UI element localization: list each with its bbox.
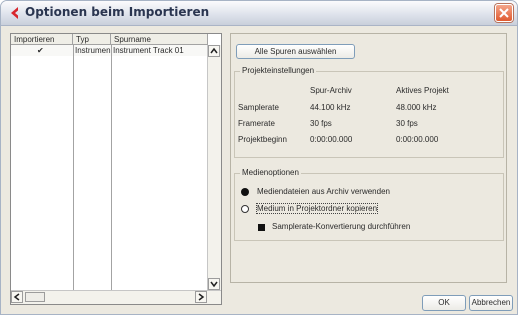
column-header-trackname[interactable]: Spurname	[111, 34, 208, 45]
framerate-archive: 30 fps	[310, 119, 332, 128]
project-start-active: 0:00:00.000	[396, 135, 439, 144]
samplerate-archive: 44.100 kHz	[310, 103, 351, 112]
chevron-down-icon	[210, 281, 218, 288]
track-table: Importieren Typ Spurname ✔ Instrumen Ins…	[10, 33, 222, 305]
column-header-type[interactable]: Typ	[73, 34, 111, 45]
import-options-dialog: Optionen beim Importieren Importieren Ty…	[0, 0, 518, 315]
track-name-cell: Instrument Track 01	[113, 46, 184, 55]
framerate-label: Framerate	[238, 119, 275, 128]
cubase-logo-icon	[11, 7, 18, 19]
project-start-archive: 0:00:00.000	[310, 135, 353, 144]
header-archive: Spur-Archiv	[310, 86, 352, 95]
samplerate-conversion-checkbox[interactable]	[258, 224, 265, 231]
option-copy-to-project[interactable]: Medium in Projektordner kopieren	[255, 203, 379, 214]
options-panel: Alle Spuren auswählen Projekteinstellung…	[230, 33, 507, 283]
scroll-right-button[interactable]	[195, 291, 207, 303]
samplerate-label: Samplerate	[238, 103, 279, 112]
close-button[interactable]	[495, 4, 513, 22]
column-header-import[interactable]: Importieren	[11, 34, 73, 45]
select-all-tracks-button[interactable]: Alle Spuren auswählen	[236, 44, 355, 59]
window-title: Optionen beim Importieren	[25, 5, 210, 19]
track-type-cell: Instrumen	[75, 46, 111, 55]
cancel-button[interactable]: Abbrechen	[469, 295, 513, 311]
samplerate-active: 48.000 kHz	[396, 103, 437, 112]
media-options-legend: Medienoptionen	[240, 168, 301, 177]
vertical-scrollbar[interactable]	[207, 45, 221, 290]
ok-button[interactable]: OK	[422, 295, 466, 311]
project-settings-group: Projekteinstellungen Spur-Archiv Aktives…	[234, 66, 504, 158]
radio-copy-to-project[interactable]	[241, 205, 249, 213]
import-checkmark[interactable]: ✔	[37, 45, 51, 56]
chevron-left-icon	[13, 293, 20, 301]
title-bar: Optionen beim Importieren	[1, 1, 517, 26]
option-use-archive[interactable]: Mediendateien aus Archiv verwenden	[257, 187, 390, 196]
column-divider	[111, 45, 112, 290]
samplerate-conversion-label[interactable]: Samplerate-Konvertierung durchführen	[272, 222, 410, 231]
chevron-up-icon	[210, 47, 218, 54]
chevron-right-icon	[198, 293, 205, 301]
project-start-label: Projektbeginn	[238, 135, 287, 144]
column-divider	[73, 45, 74, 290]
horizontal-scrollbar[interactable]	[11, 290, 221, 304]
scroll-down-button[interactable]	[208, 278, 220, 290]
project-settings-legend: Projekteinstellungen	[240, 66, 317, 75]
media-options-group: Medienoptionen Mediendateien aus Archiv …	[234, 168, 504, 241]
header-active-project: Aktives Projekt	[396, 86, 449, 95]
radio-use-archive-selected[interactable]	[241, 188, 249, 196]
close-icon	[499, 8, 509, 18]
scroll-up-button[interactable]	[208, 45, 220, 57]
framerate-active: 30 fps	[396, 119, 418, 128]
scroll-thumb[interactable]	[25, 292, 45, 302]
scroll-left-button[interactable]	[11, 291, 23, 303]
